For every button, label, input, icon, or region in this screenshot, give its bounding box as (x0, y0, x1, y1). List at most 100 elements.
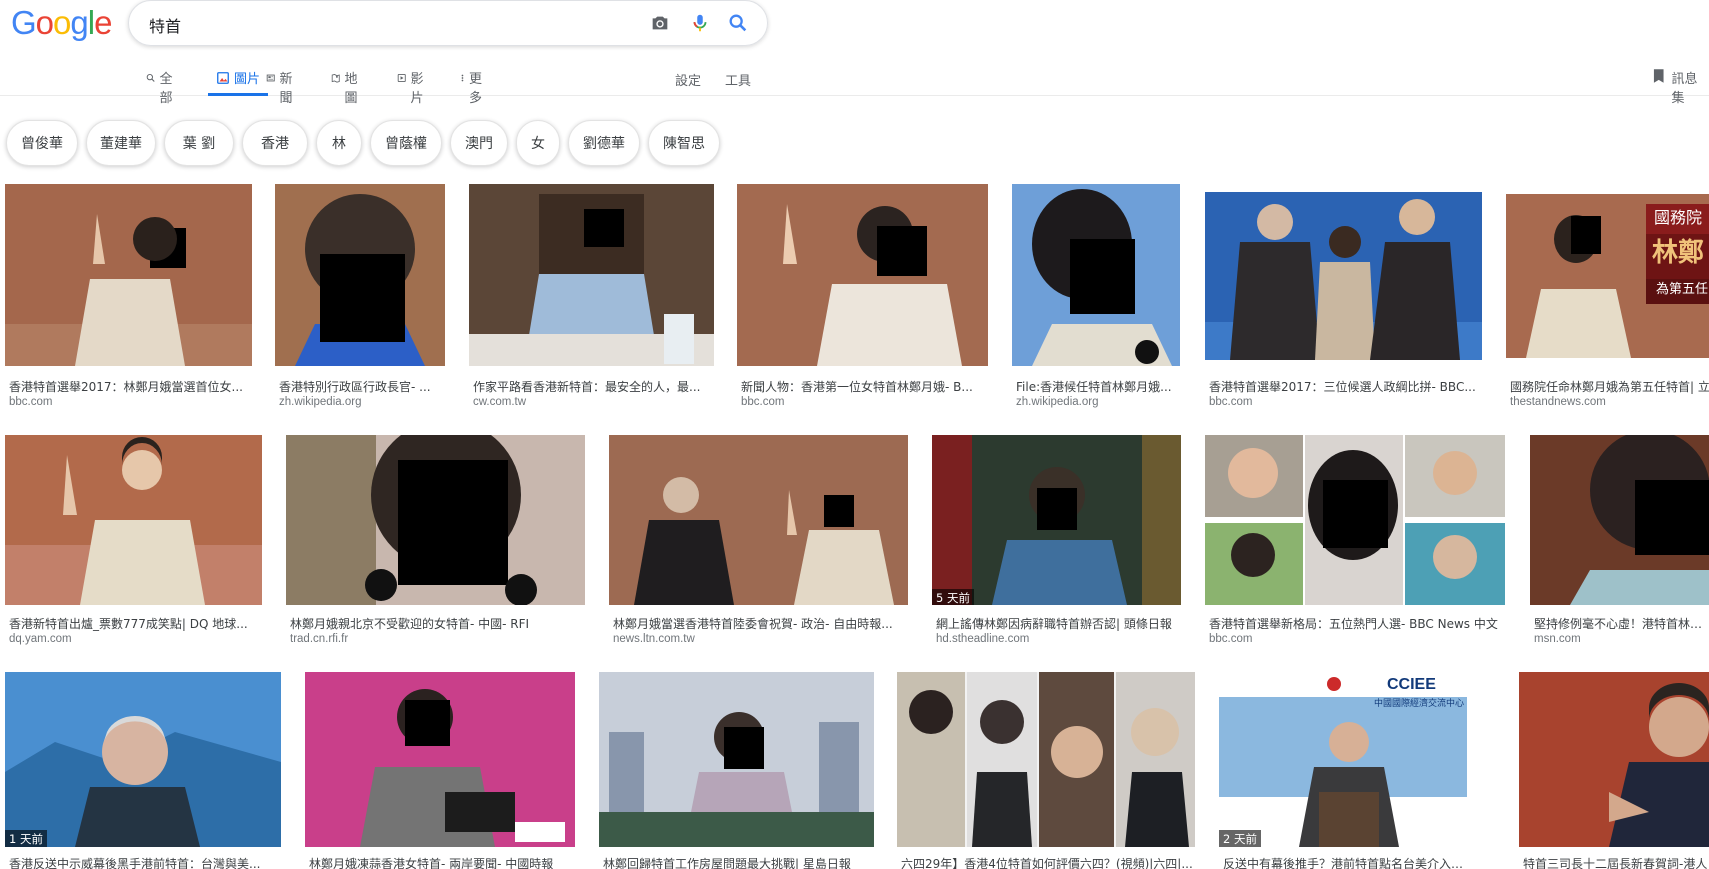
result-caption[interactable]: 反送中有幕後推手？港前特首點名台美介入- 國... (1223, 855, 1467, 869)
result-source: news.ltn.com.tw (613, 633, 695, 645)
result-caption[interactable]: 特首三司長十二屆長新春賀詞-港人 (1523, 855, 1709, 869)
result-caption[interactable]: 林鄭月娥親北京不受歡迎的女特首- 中國- RFI (290, 615, 585, 632)
saved-label: 訊息集 (1671, 72, 1698, 106)
tab-news[interactable]: 新聞 (266, 68, 297, 106)
chip-label: 曾蔭權 (385, 136, 427, 152)
search-icon[interactable] (727, 12, 749, 34)
result-caption[interactable]: 林鄭月娥凍蒜香港女特首- 兩岸要聞- 中國時報 (309, 855, 574, 869)
result-thumbnail[interactable] (305, 672, 575, 847)
time-badge: 5 天前 (932, 589, 974, 605)
result-source: msn.com (1534, 633, 1581, 645)
image-icon (217, 72, 229, 84)
camera-icon[interactable] (649, 12, 671, 34)
result-thumbnail[interactable] (1012, 184, 1180, 366)
tab-videos[interactable]: 影片 (397, 68, 428, 106)
chip[interactable]: 曾俊華 (6, 120, 78, 166)
result-thumbnail[interactable] (275, 184, 445, 366)
result-thumbnail[interactable] (286, 435, 585, 605)
search-box[interactable]: 特首 (128, 0, 768, 46)
result-source: cw.com.tw (473, 396, 527, 408)
tab-label: 新聞 (279, 72, 293, 106)
map-icon (331, 74, 340, 83)
time-badge: 2 天前 (1219, 830, 1261, 847)
saved-collections[interactable]: 訊息集 (1652, 68, 1709, 106)
chip[interactable]: 曾蔭權 (370, 120, 442, 166)
result-caption[interactable]: 香港特別行政區行政長官- ... (279, 378, 444, 395)
result-caption[interactable]: 新聞人物：香港第一位女特首林鄭月娥- B... (741, 378, 986, 395)
result-source: bbc.com (1209, 633, 1253, 645)
google-logo[interactable]: Google (11, 4, 112, 42)
result-caption[interactable]: 作家平路看香港新特首：最安全的人，最... (473, 378, 713, 395)
top-header: Google 特首 全部 圖片 新聞 地圖 影片 更多 設定 工具 訊息集 (0, 0, 1709, 106)
result-source: zh.wikipedia.org (279, 396, 362, 408)
chip-label: 葉 劉 (182, 136, 216, 152)
tab-images[interactable]: 圖片 (208, 68, 268, 96)
result-source: thestandnews.com (1510, 396, 1606, 408)
settings-link[interactable]: 設定 (675, 70, 701, 89)
chip[interactable]: 林 (316, 120, 362, 166)
result-source: zh.wikipedia.org (1016, 396, 1099, 408)
chip[interactable]: 劉德華 (568, 120, 640, 166)
chip-label: 女 (531, 136, 545, 152)
result-source: bbc.com (1209, 396, 1253, 408)
microphone-icon[interactable] (689, 12, 711, 34)
chip[interactable]: 香港 (242, 120, 308, 166)
chip-label: 董建華 (100, 136, 142, 152)
tab-label: 更多 (468, 72, 482, 106)
result-caption[interactable]: 香港特首選舉新格局：五位熱門人選- BBC News 中文 (1209, 615, 1504, 632)
search-input[interactable]: 特首 (149, 13, 181, 37)
banner-text: 為第五任 (1656, 282, 1709, 297)
chip-label: 澳門 (465, 136, 493, 152)
tab-maps[interactable]: 地圖 (331, 68, 362, 106)
chip-label: 曾俊華 (21, 136, 63, 152)
result-thumbnail[interactable] (897, 672, 1195, 847)
result-caption[interactable]: 林鄭回歸特首工作房屋問題最大挑戰| 星島日報 (603, 855, 873, 869)
chip[interactable]: 澳門 (450, 120, 508, 166)
result-thumbnail[interactable]: CCIEE 中國國際經濟交流中心 2 天前 (1219, 672, 1467, 847)
banner-text: 林鄭 (1652, 238, 1705, 268)
result-thumbnail[interactable] (1205, 435, 1505, 605)
result-thumbnail[interactable]: 國務院 林鄭 為第五任 (1506, 194, 1709, 358)
tab-all[interactable]: 全部 (146, 68, 177, 106)
logo-subtext: 中國國際經濟交流中心 (1374, 699, 1465, 709)
result-thumbnail[interactable] (609, 435, 908, 605)
chip[interactable]: 董建華 (86, 120, 156, 166)
result-thumbnail[interactable] (469, 184, 714, 366)
chip-label: 林 (332, 136, 346, 152)
tools-link[interactable]: 工具 (725, 70, 751, 89)
result-thumbnail[interactable] (5, 435, 262, 605)
result-thumbnail[interactable] (599, 672, 874, 847)
result-thumbnail[interactable] (1530, 435, 1709, 605)
result-caption[interactable]: 香港反送中示威幕後黑手港前特首：台灣與美... (9, 855, 279, 869)
result-thumbnail[interactable] (1519, 672, 1709, 847)
result-thumbnail[interactable]: 5 天前 (932, 435, 1181, 605)
news-icon (266, 74, 275, 82)
time-badge: 1 天前 (5, 830, 47, 847)
search-icon (146, 73, 155, 82)
result-caption[interactable]: 網上謠傳林鄭因病辭職特首辦否認| 頭條日報 (936, 615, 1181, 632)
tab-more[interactable]: 更多 (460, 68, 485, 106)
result-thumbnail[interactable]: 1 天前 (5, 672, 281, 847)
result-caption[interactable]: 國務院任命林鄭月娥為第五任特首| 立 (1510, 378, 1709, 395)
result-caption[interactable]: 香港特首選舉2017：林鄭月娥當選首位女... (9, 378, 249, 395)
chip[interactable]: 陳智思 (648, 120, 720, 166)
chip-label: 劉德華 (583, 136, 625, 152)
tab-label: 影片 (410, 72, 424, 106)
result-caption[interactable]: 六四29年】香港4位特首如何評價六四？(視頻)|六四|... (901, 855, 1195, 869)
bookmark-icon (1653, 69, 1664, 83)
result-thumbnail[interactable] (737, 184, 988, 366)
tab-label: 圖片 (234, 72, 261, 87)
chip[interactable]: 女 (516, 120, 560, 166)
result-caption[interactable]: 香港新特首出爐_票數777成笑點| DQ 地球... (9, 615, 259, 632)
result-thumbnail[interactable] (5, 184, 252, 366)
chip[interactable]: 葉 劉 (164, 120, 234, 166)
result-source: bbc.com (741, 396, 785, 408)
result-thumbnail[interactable] (1205, 192, 1482, 360)
result-caption[interactable]: 林鄭月娥當選香港特首陸委會祝賀- 政治- 自由時報... (613, 615, 908, 632)
result-caption[interactable]: 香港特首選舉2017：三位候選人政綱比拼- BBC... (1209, 378, 1479, 395)
more-icon (461, 74, 464, 82)
result-source: hd.stheadline.com (936, 633, 1030, 645)
result-caption[interactable]: File:香港候任特首林鄭月娥... (1016, 378, 1181, 395)
result-caption[interactable]: 堅持修例毫不心虛！港特首林鄭月 (1534, 615, 1709, 632)
chip-label: 香港 (261, 136, 289, 152)
